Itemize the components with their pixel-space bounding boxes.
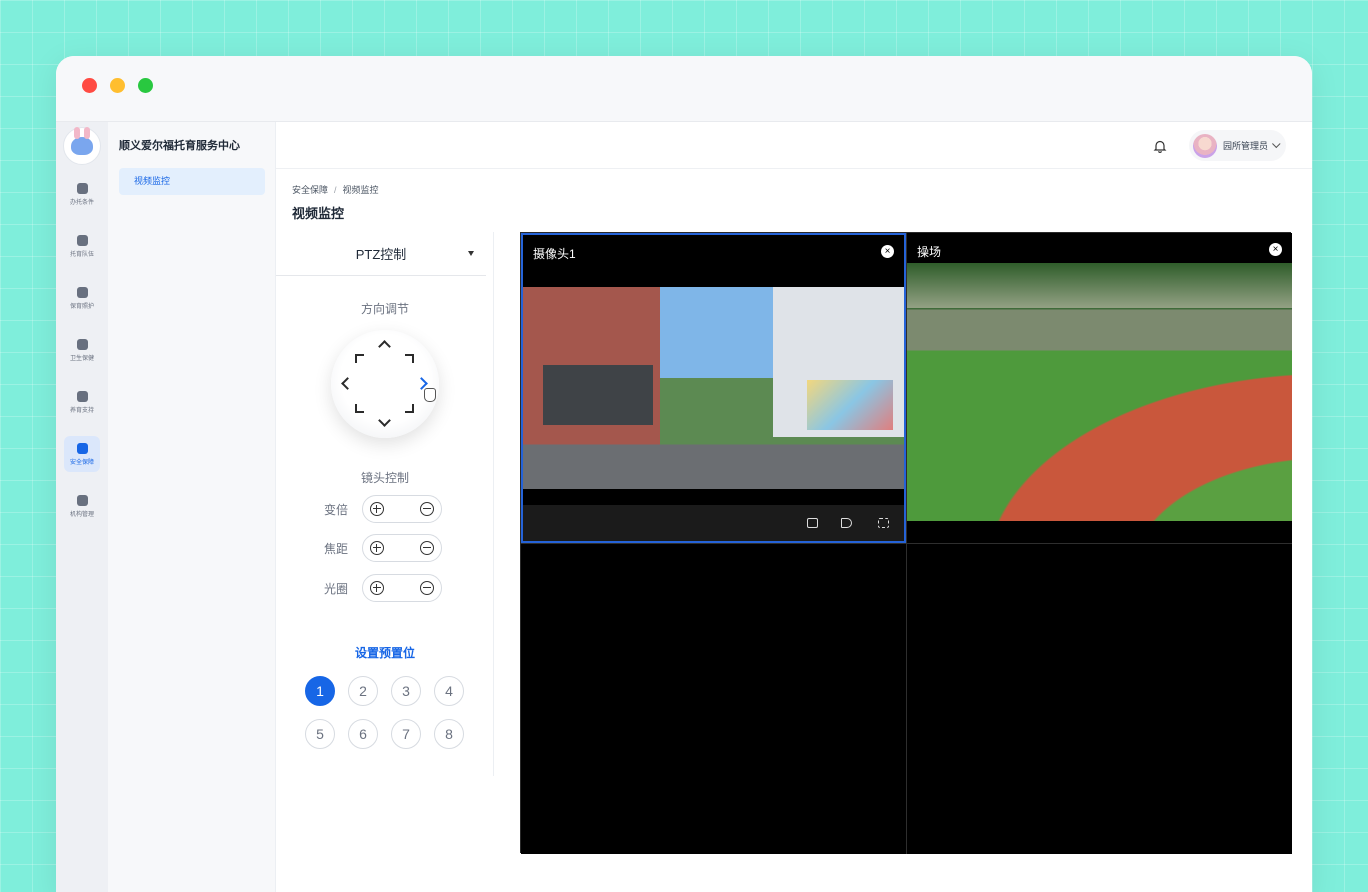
arrow-up-right-icon[interactable] xyxy=(405,354,414,363)
focus-minus-icon[interactable] xyxy=(420,541,434,555)
close-icon[interactable]: × xyxy=(881,245,894,258)
arrow-down-icon[interactable] xyxy=(378,414,391,427)
arrow-left-icon[interactable] xyxy=(341,377,354,390)
rail-item-health[interactable]: 卫生保健 xyxy=(64,332,100,368)
preset-button[interactable]: 1 xyxy=(305,676,335,706)
preset-button[interactable]: 4 xyxy=(434,676,464,706)
video-cell-empty[interactable] xyxy=(906,543,1292,854)
focus-label: 焦距 xyxy=(324,541,349,556)
page-title: 视频监控 xyxy=(292,206,345,221)
focus-control xyxy=(362,534,442,562)
team-icon xyxy=(76,234,88,246)
direction-pad[interactable] xyxy=(331,330,439,438)
title-bar xyxy=(56,56,1312,122)
video-cell-camera1[interactable]: 摄像头1 × xyxy=(521,233,906,543)
arrow-down-right-icon[interactable] xyxy=(405,404,414,413)
preset-button[interactable]: 2 xyxy=(348,676,378,706)
hand-cursor-icon xyxy=(424,388,436,402)
health-icon xyxy=(76,338,88,350)
camera1-billboard xyxy=(807,380,893,430)
lens-row-iris: 光圈 xyxy=(324,573,444,603)
submenu: 顺义爱尔福托育服务中心 视频监控 xyxy=(108,122,276,892)
mute-icon[interactable] xyxy=(841,518,852,528)
preset-button[interactable]: 3 xyxy=(391,676,421,706)
care-icon xyxy=(76,286,88,298)
direction-label: 方向调节 xyxy=(360,302,409,316)
arrow-up-left-icon[interactable] xyxy=(355,354,364,363)
iris-plus-icon[interactable] xyxy=(370,581,384,595)
breadcrumb: 安全保障 / 视频监控 xyxy=(292,183,379,196)
icon-rail: 办托条件 托育队伍 保育照护 卫生保健 养育支持 安全保障 机构管理 xyxy=(56,122,108,892)
zoom-in-icon[interactable] xyxy=(370,502,384,516)
top-bar: 园所管理员 xyxy=(276,122,1312,169)
org-name: 顺义爱尔福托育服务中心 xyxy=(119,140,240,152)
building-icon xyxy=(76,182,88,194)
user-menu[interactable]: 园所管理员 xyxy=(1189,130,1286,161)
app-window: 办托条件 托育队伍 保育照护 卫生保健 养育支持 安全保障 机构管理 顺义爱尔福… xyxy=(56,56,1312,892)
maximize-window-button[interactable] xyxy=(138,78,153,93)
close-icon[interactable]: × xyxy=(1269,243,1282,256)
submenu-item-video[interactable]: 视频监控 xyxy=(119,168,265,195)
chevron-down-icon xyxy=(1272,139,1281,148)
preset-button[interactable]: 6 xyxy=(348,719,378,749)
video-cell-playground[interactable]: 操场 × xyxy=(906,233,1292,543)
rail-item-team[interactable]: 托育队伍 xyxy=(64,228,100,264)
ptz-title: PTZ控制 xyxy=(355,247,407,262)
fullscreen-icon[interactable] xyxy=(878,518,889,528)
camera-title: 摄像头1 xyxy=(533,247,576,261)
camera1-gate xyxy=(543,365,653,425)
bell-icon[interactable] xyxy=(1153,139,1167,153)
breadcrumb-separator: / xyxy=(334,185,337,195)
institution-icon xyxy=(76,494,88,506)
breadcrumb-current: 视频监控 xyxy=(342,185,379,195)
rail-item-conditions[interactable]: 办托条件 xyxy=(64,176,100,212)
rail-item-safety[interactable]: 安全保障 xyxy=(64,436,100,472)
preset-button[interactable]: 7 xyxy=(391,719,421,749)
lens-row-zoom: 变倍 xyxy=(324,494,444,524)
iris-control xyxy=(362,574,442,602)
lens-label: 镜头控制 xyxy=(360,471,409,485)
user-name: 园所管理员 xyxy=(1223,141,1269,151)
ptz-panel: PTZ控制 方向调节 镜头控制 变倍 焦距 光圈 设置预置位 1 2 3 4 5… xyxy=(276,232,494,776)
ptz-dropdown[interactable]: PTZ控制 xyxy=(276,232,486,276)
rail-item-care[interactable]: 保育照护 xyxy=(64,280,100,316)
org-logo xyxy=(63,127,101,165)
video-toolbar xyxy=(523,505,904,541)
rail-item-institution[interactable]: 机构管理 xyxy=(64,488,100,524)
shield-icon xyxy=(76,442,88,454)
preset-list: 1 2 3 4 5 6 7 8 xyxy=(305,676,475,749)
zoom-out-icon[interactable] xyxy=(420,502,434,516)
camera-snapshot-icon[interactable] xyxy=(807,518,818,528)
support-icon xyxy=(76,390,88,402)
avatar xyxy=(1193,133,1217,158)
minimize-window-button[interactable] xyxy=(110,78,125,93)
video-grid: 摄像头1 × 操场 × xyxy=(520,232,1292,854)
lens-row-focus: 焦距 xyxy=(324,533,444,563)
breadcrumb-parent[interactable]: 安全保障 xyxy=(292,185,328,195)
preset-button[interactable]: 5 xyxy=(305,719,335,749)
rail-item-support[interactable]: 养育支持 xyxy=(64,384,100,420)
preset-title[interactable]: 设置预置位 xyxy=(276,644,494,661)
video-cell-empty[interactable] xyxy=(521,543,906,854)
iris-minus-icon[interactable] xyxy=(420,581,434,595)
zoom-control xyxy=(362,495,442,523)
close-window-button[interactable] xyxy=(82,78,97,93)
zoom-label: 变倍 xyxy=(324,502,349,517)
arrow-up-icon[interactable] xyxy=(378,340,391,353)
focus-plus-icon[interactable] xyxy=(370,541,384,555)
preset-button[interactable]: 8 xyxy=(434,719,464,749)
iris-label: 光圈 xyxy=(324,581,349,596)
camera-title: 操场 xyxy=(917,245,942,259)
caret-down-icon xyxy=(468,251,474,256)
playground-trees xyxy=(907,263,1292,308)
arrow-down-left-icon[interactable] xyxy=(355,404,364,413)
